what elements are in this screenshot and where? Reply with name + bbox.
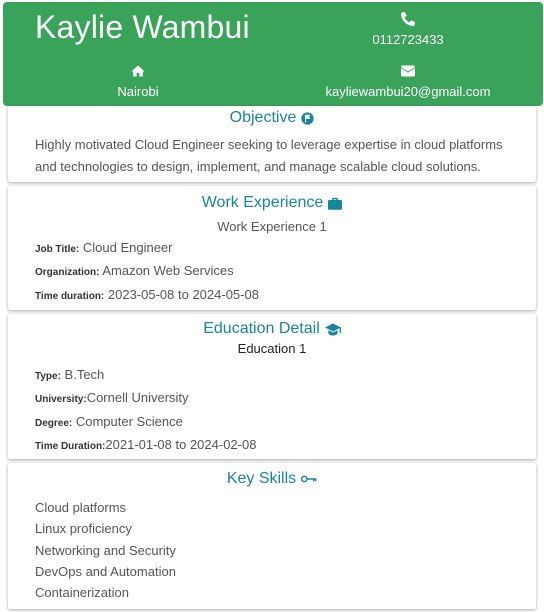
work-experience-title: Work Experience — [8, 186, 536, 212]
location-contact: Nairobi — [98, 62, 178, 99]
skills-title-text: Key Skills — [226, 470, 297, 487]
email-contact: kayliewambui20@gmail.com — [308, 62, 508, 99]
work-duration-row: Time duration: 2023-05-08 to 2024-05-08 — [8, 284, 536, 307]
work-duration-label: Time duration: — [35, 290, 105, 302]
objective-title: Objective — [8, 106, 536, 127]
work-entry-heading: Work Experience 1 — [217, 219, 327, 234]
job-title-row: Job Title: Cloud Engineer — [8, 237, 536, 260]
organization-label: Organization: — [35, 267, 100, 279]
home-icon — [131, 65, 145, 77]
candidate-name: Kaylie Wambui — [35, 9, 250, 45]
list-item: DevOps and Automation — [35, 563, 176, 579]
university-row: University:Cornell University — [8, 387, 536, 410]
list-item: Cloud platforms — [35, 500, 127, 515]
degree-row: Degree: Computer Science — [8, 411, 536, 434]
phone-contact: 0112723433 — [363, 10, 453, 47]
degree-label: Degree: — [35, 417, 73, 429]
education-duration-value: 2021-01-08 to 2024-02-08 — [105, 436, 257, 452]
list-item: Containerization — [35, 585, 129, 601]
key-skills-title: Key Skills — [8, 463, 536, 488]
university-label: University: — [35, 394, 87, 406]
education-title-text: Education Detail — [203, 320, 320, 337]
job-title-value: Cloud Engineer — [79, 240, 173, 255]
education-duration-row: Time Duration:2021-01-08 to 2024-02-08 — [8, 434, 536, 457]
type-label: Type: — [35, 371, 61, 382]
objective-title-text: Objective — [229, 109, 297, 126]
list-item: Networking and Security — [35, 542, 176, 558]
work-duration-value: 2023-05-08 to 2024-05-08 — [104, 286, 259, 302]
flag-icon — [301, 111, 315, 125]
work-title-text: Work Experience — [201, 194, 324, 211]
type-value: B.Tech — [60, 367, 105, 382]
key-icon — [301, 475, 317, 483]
type-row: Type: B.Tech — [8, 364, 536, 387]
location-text: Nairobi — [117, 84, 159, 99]
work-experience-card: Work Experience Work Experience 1 Job Ti… — [8, 186, 536, 310]
skills-list: Cloud platforms Linux proficiency Networ… — [8, 497, 536, 603]
objective-text: Highly motivated Cloud Engineer seeking … — [35, 137, 503, 174]
education-entry-heading: Education 1 — [237, 341, 307, 356]
education-title: Education Detail — [8, 314, 536, 338]
organization-value: Amazon Web Services — [99, 263, 234, 279]
envelope-icon — [401, 65, 415, 77]
header-banner: Kaylie Wambui 0112723433 Nairobi kayliew… — [3, 2, 543, 106]
briefcase-icon — [328, 197, 343, 210]
graduation-cap-icon — [324, 323, 341, 335]
email-address: kayliewambui20@gmail.com — [325, 84, 491, 99]
job-title-label: Job Title: — [35, 244, 80, 255]
organization-row: Organization: Amazon Web Services — [8, 260, 536, 283]
university-value: Cornell University — [86, 390, 189, 406]
education-duration-label: Time Duration: — [35, 440, 106, 452]
education-card: Education Detail Education 1 Type: B.Tec… — [8, 314, 536, 459]
key-skills-card: Key Skills Cloud platforms Linux profici… — [8, 463, 536, 609]
degree-value: Computer Science — [72, 413, 183, 429]
objective-card: Objective Highly motivated Cloud Enginee… — [8, 106, 536, 182]
phone-number: 0112723433 — [372, 32, 444, 47]
phone-icon — [401, 11, 415, 26]
list-item: Linux proficiency — [35, 521, 132, 537]
